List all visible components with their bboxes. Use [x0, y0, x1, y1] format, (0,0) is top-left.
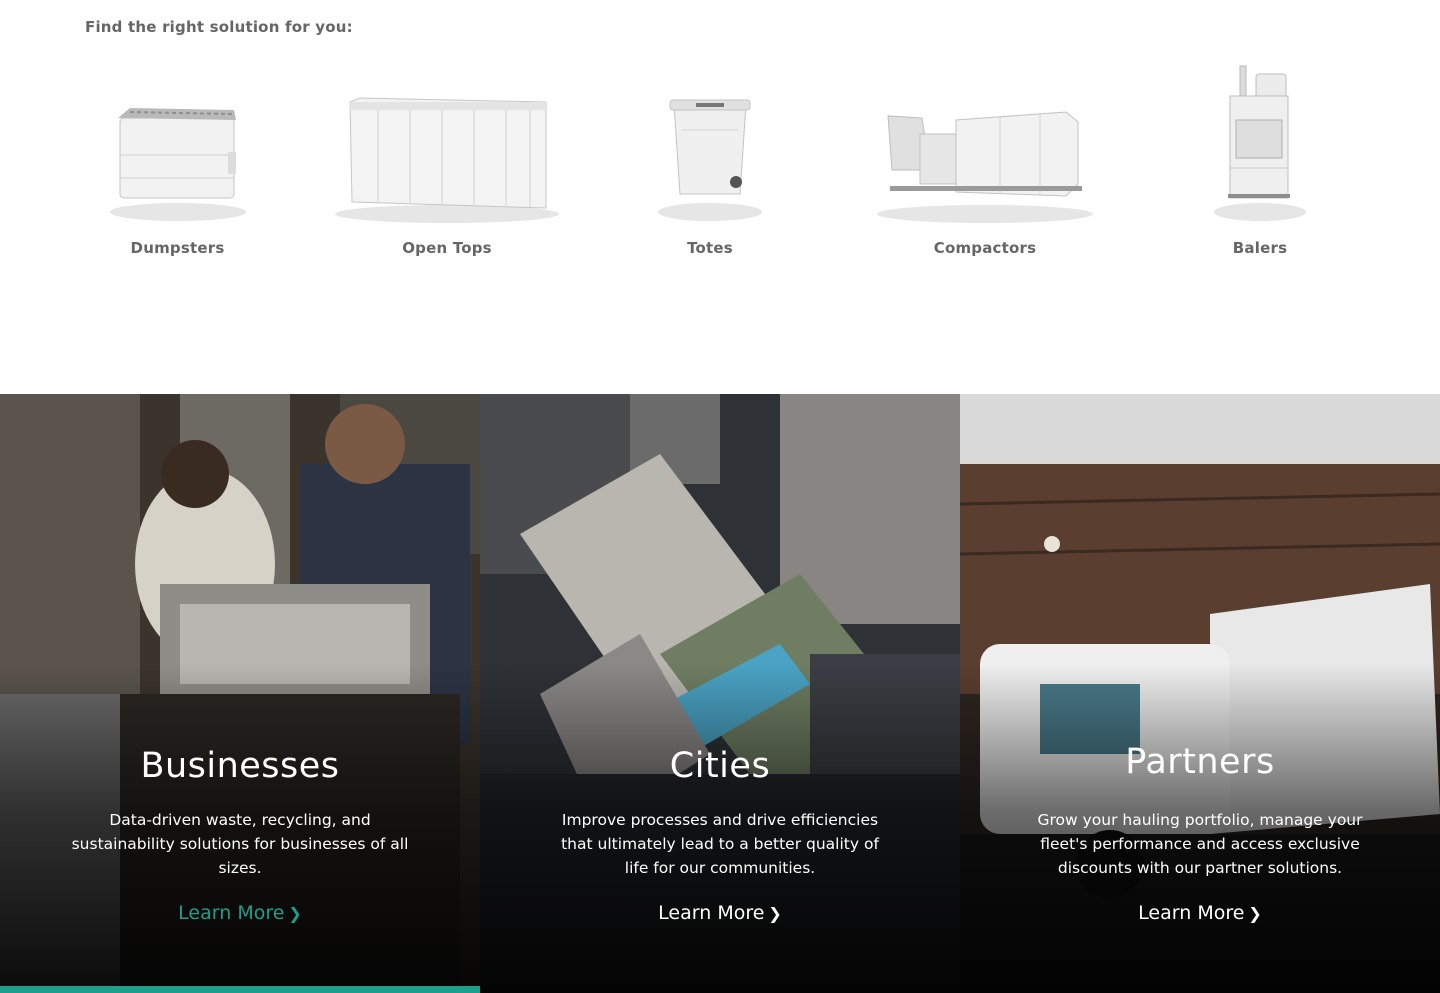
learn-more-label: Learn More — [1138, 902, 1245, 924]
product-compactors[interactable]: Compactors — [870, 60, 1100, 270]
open-top-container-icon — [335, 97, 559, 223]
segment-panels: Businesses Data-driven waste, recycling,… — [0, 394, 1440, 993]
product-label: Dumpsters — [130, 239, 225, 257]
learn-more-label: Learn More — [178, 902, 285, 924]
product-open-tops[interactable]: Open Tops — [330, 60, 564, 270]
dumpster-icon — [110, 108, 246, 221]
learn-more-link[interactable]: Learn More ❯ — [960, 902, 1440, 924]
learn-more-label: Learn More — [658, 902, 765, 924]
chevron-right-icon: ❯ — [288, 904, 302, 923]
learn-more-link[interactable]: Learn More ❯ — [0, 902, 480, 924]
segment-title: Businesses — [140, 746, 340, 786]
segment-description: Grow your hauling portfolio, manage your… — [1037, 811, 1363, 877]
product-label: Totes — [687, 239, 733, 257]
active-indicator — [0, 986, 480, 993]
chevron-right-icon: ❯ — [768, 904, 782, 923]
product-totes[interactable]: Totes — [650, 60, 770, 270]
baler-icon — [1214, 65, 1306, 221]
tote-cart-icon — [658, 99, 762, 221]
segment-panel-businesses[interactable]: Businesses Data-driven waste, recycling,… — [0, 394, 480, 993]
product-dumpsters[interactable]: Dumpsters — [100, 60, 255, 270]
segment-title: Cities — [669, 746, 771, 786]
segment-title: Partners — [1125, 742, 1275, 782]
segment-description: Data-driven waste, recycling, and sustai… — [71, 811, 409, 877]
section-intro: Find the right solution for you: — [85, 18, 353, 36]
segment-panel-cities[interactable]: Cities Improve processes and drive effic… — [480, 394, 960, 993]
segment-panel-partners[interactable]: Partners Grow your hauling portfolio, ma… — [960, 394, 1440, 993]
product-label: Compactors — [933, 239, 1037, 257]
compactor-icon — [877, 111, 1093, 223]
product-label: Balers — [1232, 239, 1288, 257]
product-label: Open Tops — [402, 239, 492, 257]
learn-more-link[interactable]: Learn More ❯ — [480, 902, 960, 924]
segment-description: Improve processes and drive efficiencies… — [561, 811, 879, 877]
chevron-right-icon: ❯ — [1248, 904, 1262, 923]
product-balers[interactable]: Balers — [1210, 60, 1310, 270]
